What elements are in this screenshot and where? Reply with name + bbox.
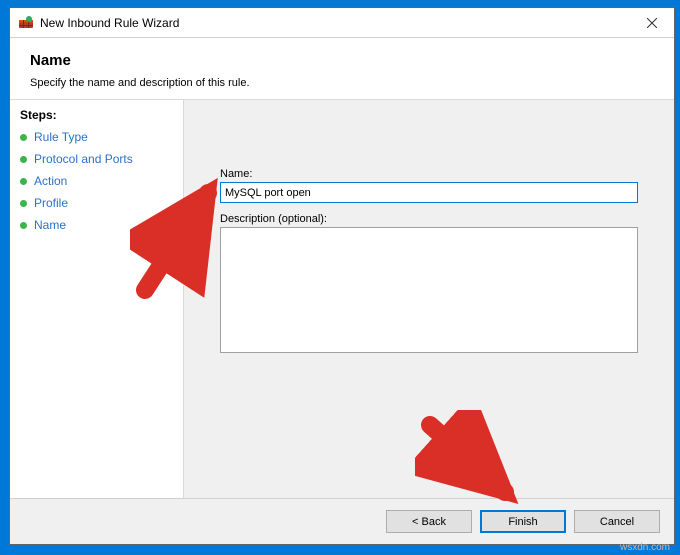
step-action[interactable]: Action — [10, 170, 183, 192]
page-title: Name — [30, 52, 654, 69]
header-area: Name Specify the name and description of… — [10, 38, 674, 100]
bullet-icon — [20, 134, 27, 141]
bullet-icon — [20, 200, 27, 207]
bullet-icon — [20, 178, 27, 185]
step-label: Protocol and Ports — [34, 152, 133, 166]
step-label: Name — [34, 218, 66, 232]
steps-header: Steps: — [10, 106, 183, 126]
step-profile[interactable]: Profile — [10, 192, 183, 214]
body-area: Steps: Rule Type Protocol and Ports Acti… — [10, 100, 674, 498]
window-title: New Inbound Rule Wizard — [40, 16, 629, 30]
content-panel: Name: Description (optional): — [184, 100, 674, 498]
watermark: wsxdn.com — [620, 542, 670, 553]
step-name[interactable]: Name — [10, 214, 183, 236]
bullet-icon — [20, 222, 27, 229]
page-subtitle: Specify the name and description of this… — [30, 77, 654, 89]
name-input[interactable] — [220, 182, 638, 203]
firewall-icon — [18, 15, 34, 31]
cancel-button[interactable]: Cancel — [574, 510, 660, 533]
close-icon — [647, 18, 657, 28]
description-textarea[interactable] — [220, 227, 638, 353]
description-label: Description (optional): — [220, 213, 638, 225]
step-label: Rule Type — [34, 130, 88, 144]
steps-panel: Steps: Rule Type Protocol and Ports Acti… — [10, 100, 184, 498]
name-label: Name: — [220, 168, 638, 180]
step-label: Profile — [34, 196, 68, 210]
button-bar: < Back Finish Cancel — [10, 498, 674, 544]
name-field-group: Name: — [220, 168, 638, 203]
step-label: Action — [34, 174, 67, 188]
bullet-icon — [20, 156, 27, 163]
back-button[interactable]: < Back — [386, 510, 472, 533]
step-protocol-ports[interactable]: Protocol and Ports — [10, 148, 183, 170]
title-bar: New Inbound Rule Wizard — [10, 8, 674, 38]
finish-button[interactable]: Finish — [480, 510, 566, 533]
close-button[interactable] — [629, 8, 674, 37]
step-rule-type[interactable]: Rule Type — [10, 126, 183, 148]
wizard-window: New Inbound Rule Wizard Name Specify the… — [9, 7, 675, 545]
description-field-group: Description (optional): — [220, 213, 638, 356]
